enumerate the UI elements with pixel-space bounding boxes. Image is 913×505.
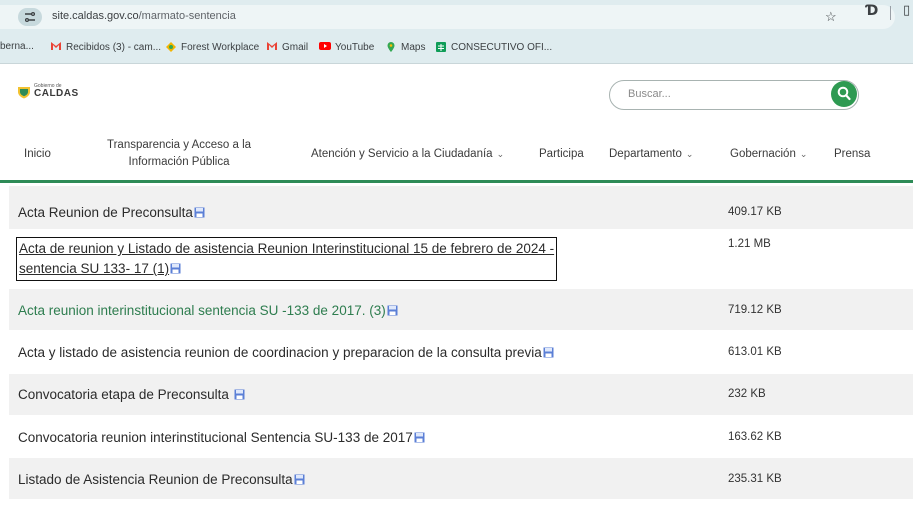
search-icon	[837, 86, 851, 101]
nav-label-line1: Transparencia y Acceso a la	[107, 139, 252, 151]
bookmark-label: Recibidos (3) - cam...	[66, 41, 162, 53]
save-disk-icon	[194, 207, 205, 218]
bookmark-item[interactable]: Gmail	[266, 41, 308, 53]
bookmark-item[interactable]: Recibidos (3) - cam...	[50, 41, 161, 53]
nav-label: Participa	[539, 148, 584, 160]
chevron-down-icon: ⌄	[799, 149, 808, 159]
nav-label: Atención y Servicio a la Ciudadanía	[311, 148, 493, 160]
shield-icon	[18, 86, 30, 98]
table-row: Convocatoria etapa de Preconsulta 232 KB	[9, 374, 913, 416]
document-title: Acta reunion interinstitucional sentenci…	[18, 303, 386, 318]
save-disk-icon	[234, 389, 245, 400]
file-size: 235.31 KB	[728, 473, 782, 485]
save-disk-icon	[543, 347, 554, 358]
forest-icon	[165, 41, 177, 53]
document-link[interactable]: Listado de Asistencia Reunion de Precons…	[18, 472, 305, 487]
bookmark-item[interactable]: CONSECUTIVO OFI...	[435, 41, 552, 53]
profile-icon[interactable]: ▯	[903, 3, 910, 18]
url-host: site.caldas.gov.co	[52, 10, 139, 22]
document-link[interactable]: Acta de reunion y Listado de asistencia …	[15, 237, 558, 281]
nav-item-departamento[interactable]: Departamento ⌄	[609, 148, 693, 160]
bookmark-label: CONSECUTIVO OFI...	[451, 41, 553, 53]
nav-label: Gobernación	[730, 148, 796, 160]
nav-label-line2: Información Pública	[128, 156, 230, 168]
document-title: Acta y listado de asistencia reunion de …	[18, 345, 542, 360]
document-link[interactable]: Acta y listado de asistencia reunion de …	[18, 345, 554, 360]
file-size: 163.62 KB	[728, 431, 782, 443]
bookmark-label: YouTube	[335, 41, 375, 53]
logo-title: CALDAS	[34, 88, 79, 99]
search-input[interactable]	[628, 88, 808, 100]
nav-item-participa[interactable]: Participa	[539, 148, 584, 160]
gmail-icon	[266, 41, 278, 53]
site-header: Gobierno de CALDAS	[0, 65, 913, 127]
focused-link[interactable]: Acta de reunion y Listado de asistencia …	[15, 237, 558, 281]
address-bar[interactable]: site.caldas.gov.co/marmato-sentencia ☆	[0, 5, 895, 29]
nav-item-atencion[interactable]: Atención y Servicio a la Ciudadanía ⌄	[311, 148, 504, 160]
document-title-line2: sentencia SU 133- 17 (1)	[19, 261, 170, 276]
bookmark-label: berna...	[0, 41, 34, 52]
table-row: Acta y listado de asistencia reunion de …	[9, 331, 913, 374]
url-text[interactable]: site.caldas.gov.co/marmato-sentencia	[52, 10, 236, 22]
sheets-icon	[435, 41, 447, 53]
bookmark-star-icon[interactable]: ☆	[825, 9, 837, 25]
browser-toolbar: site.caldas.gov.co/marmato-sentencia ☆ Ɗ…	[0, 0, 913, 30]
file-size: 232 KB	[728, 388, 766, 400]
search-button[interactable]	[831, 81, 857, 107]
document-title: Listado de Asistencia Reunion de Precons…	[18, 472, 293, 487]
table-row: Acta de reunion y Listado de asistencia …	[9, 230, 913, 289]
document-title: Acta Reunion de Preconsulta	[18, 205, 193, 220]
nav-label: Inicio	[24, 148, 51, 160]
bookmark-label: Maps	[401, 41, 426, 53]
toolbar-divider	[890, 6, 891, 20]
bookmark-item[interactable]: berna...	[0, 41, 34, 52]
document-link[interactable]: Acta reunion interinstitucional sentenci…	[18, 303, 398, 318]
bookmarks-bar: berna... Recibidos (3) - cam... Forest W…	[0, 30, 913, 64]
file-size: 719.12 KB	[728, 304, 782, 316]
file-size: 409.17 KB	[728, 206, 782, 218]
table-row: Listado de Asistencia Reunion de Precons…	[9, 458, 913, 500]
extensions-icon[interactable]: Ɗ	[866, 3, 878, 19]
document-link[interactable]: Convocatoria reunion interinstitucional …	[18, 430, 425, 445]
save-disk-icon	[387, 305, 398, 316]
document-title-line1: Acta de reunion y Listado de asistencia …	[19, 241, 555, 256]
chevron-down-icon: ⌄	[685, 149, 694, 159]
table-row: Convocatoria reunion interinstitucional …	[9, 416, 913, 458]
youtube-icon	[319, 41, 331, 53]
nav-item-prensa[interactable]: Prensa	[834, 148, 870, 160]
bookmark-item[interactable]: YouTube	[319, 41, 374, 53]
save-disk-icon	[294, 474, 305, 485]
url-path: /marmato-sentencia	[138, 10, 236, 22]
nav-item-transparencia[interactable]: Transparencia y Acceso a la Información …	[107, 137, 251, 171]
nav-label: Prensa	[834, 148, 871, 160]
document-link[interactable]: Convocatoria etapa de Preconsulta	[18, 387, 245, 402]
document-link[interactable]: Acta Reunion de Preconsulta	[18, 205, 205, 220]
chevron-down-icon: ⌄	[496, 149, 505, 159]
nav-item-inicio[interactable]: Inicio	[24, 148, 51, 160]
nav-label: Departamento	[609, 148, 682, 160]
table-row: Acta reunion interinstitucional sentenci…	[9, 289, 913, 331]
file-size: 613.01 KB	[728, 346, 782, 358]
document-title: Convocatoria reunion interinstitucional …	[18, 430, 413, 445]
documents-table: Acta Reunion de Preconsulta 409.17 KB Ac…	[9, 186, 913, 500]
bookmark-item[interactable]: Forest Workplace	[165, 41, 259, 53]
search-box	[609, 80, 859, 110]
maps-icon	[385, 41, 397, 53]
bookmark-label: Gmail	[282, 41, 309, 53]
save-disk-icon	[414, 432, 425, 443]
bookmark-item[interactable]: Maps	[385, 41, 425, 53]
gmail-icon	[50, 41, 62, 53]
file-size: 1.21 MB	[728, 238, 771, 250]
nav-item-gobernacion[interactable]: Gobernación ⌄	[730, 148, 807, 160]
main-nav: Inicio Transparencia y Acceso a la Infor…	[0, 127, 913, 183]
bookmark-label: Forest Workplace	[181, 41, 260, 53]
table-row: Acta Reunion de Preconsulta 409.17 KB	[9, 186, 913, 230]
site-settings-icon[interactable]	[18, 8, 42, 26]
caldas-logo[interactable]: Gobierno de CALDAS	[17, 84, 79, 99]
save-disk-icon	[170, 263, 181, 274]
document-title: Convocatoria etapa de Preconsulta	[18, 387, 233, 402]
